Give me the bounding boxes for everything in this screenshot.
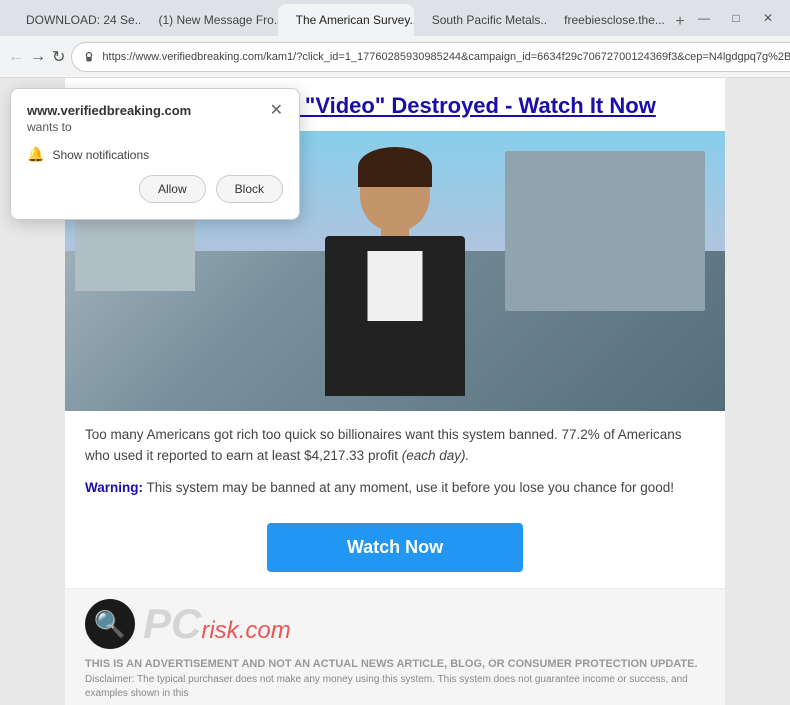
disclaimer: THIS IS AN ADVERTISEMENT AND NOT AN ACTU…	[85, 657, 705, 700]
bell-icon: 🔔	[27, 146, 44, 163]
new-tab-button[interactable]: +	[670, 8, 690, 36]
logo-icon: 🔍	[85, 599, 135, 649]
warning-paragraph: Warning: This system may be banned at an…	[85, 478, 705, 499]
forward-button[interactable]: →	[30, 43, 46, 71]
address-bar[interactable]: https://www.verifiedbreaking.com/kam1/?c…	[71, 42, 790, 72]
notification-buttons: Allow Block	[27, 175, 283, 203]
browser-toolbar: ← → ↻ https://www.verifiedbreaking.com/k…	[0, 36, 790, 78]
footer-logo: 🔍 PCrisk.com	[85, 599, 705, 649]
block-button[interactable]: Block	[216, 175, 283, 203]
watch-now-button[interactable]: Watch Now	[267, 523, 523, 572]
url-text: https://www.verifiedbreaking.com/kam1/?c…	[102, 51, 790, 63]
tab-label-freebies: freebiesclose.the...	[564, 13, 665, 27]
logo-text: PC	[143, 600, 201, 647]
minimize-button[interactable]: —	[690, 4, 718, 32]
tab-mail[interactable]: (1) New Message Fro... ✕	[140, 4, 277, 36]
warning-label: Warning:	[85, 480, 143, 495]
reload-button[interactable]: ↻	[52, 43, 65, 71]
person-figure	[295, 151, 495, 411]
tab-label-mail: (1) New Message Fro...	[158, 13, 277, 27]
maximize-button[interactable]: □	[722, 4, 750, 32]
person-shirt	[368, 251, 423, 321]
logo-text-container: PCrisk.com	[143, 603, 291, 645]
disclaimer-text: Disclaimer: The typical purchaser does n…	[85, 673, 705, 701]
body-text-main: Too many Americans got rich too quick so…	[85, 427, 682, 463]
tab-metal[interactable]: South Pacific Metals... ✕	[414, 4, 546, 36]
tab-label-metal: South Pacific Metals...	[432, 13, 546, 27]
magnifier-icon: 🔍	[94, 609, 126, 640]
tab-label-download: DOWNLOAD: 24 Se...	[26, 13, 140, 27]
allow-button[interactable]: Allow	[139, 175, 206, 203]
browser-window: DOWNLOAD: 24 Se... ✕ (1) New Message Fro…	[0, 0, 790, 705]
tab-download[interactable]: DOWNLOAD: 24 Se... ✕	[8, 4, 140, 36]
notification-site: www.verifiedbreaking.com	[27, 103, 191, 118]
body-paragraph: Too many Americans got rich too quick so…	[85, 425, 705, 467]
bg-building	[505, 151, 705, 311]
warning-text: This system may be banned at any moment,…	[143, 480, 674, 495]
notification-close-button[interactable]: ✕	[270, 103, 283, 119]
notification-row: 🔔 Show notifications	[27, 146, 283, 163]
footer-section: 🔍 PCrisk.com THIS IS AN ADVERTISEMENT AN…	[65, 588, 725, 705]
back-button[interactable]: ←	[8, 43, 24, 71]
notification-label: Show notifications	[52, 148, 149, 162]
person-hair	[358, 147, 432, 187]
tab-freebies[interactable]: freebiesclose.the... ✕	[546, 4, 666, 36]
tab-survey[interactable]: The American Survey... ✕	[278, 4, 414, 36]
body-text-italic: (each day).	[402, 448, 470, 463]
tab-bar: DOWNLOAD: 24 Se... ✕ (1) New Message Fro…	[0, 0, 790, 36]
watch-btn-container: Watch Now	[65, 509, 725, 588]
tab-label-survey: The American Survey...	[296, 13, 414, 27]
logo-com: risk.com	[201, 617, 290, 644]
disclaimer-title: THIS IS AN ADVERTISEMENT AND NOT AN ACTU…	[85, 657, 705, 672]
notification-header: www.verifiedbreaking.com wants to ✕	[27, 103, 283, 134]
close-window-button[interactable]: ✕	[754, 4, 782, 32]
notification-popup: www.verifiedbreaking.com wants to ✕ 🔔 Sh…	[10, 88, 300, 220]
text-section: Too many Americans got rich too quick so…	[65, 411, 725, 510]
notification-wants: wants to	[27, 120, 191, 134]
page-content: www.verifiedbreaking.com wants to ✕ 🔔 Sh…	[0, 78, 790, 705]
lock-icon	[82, 50, 96, 64]
